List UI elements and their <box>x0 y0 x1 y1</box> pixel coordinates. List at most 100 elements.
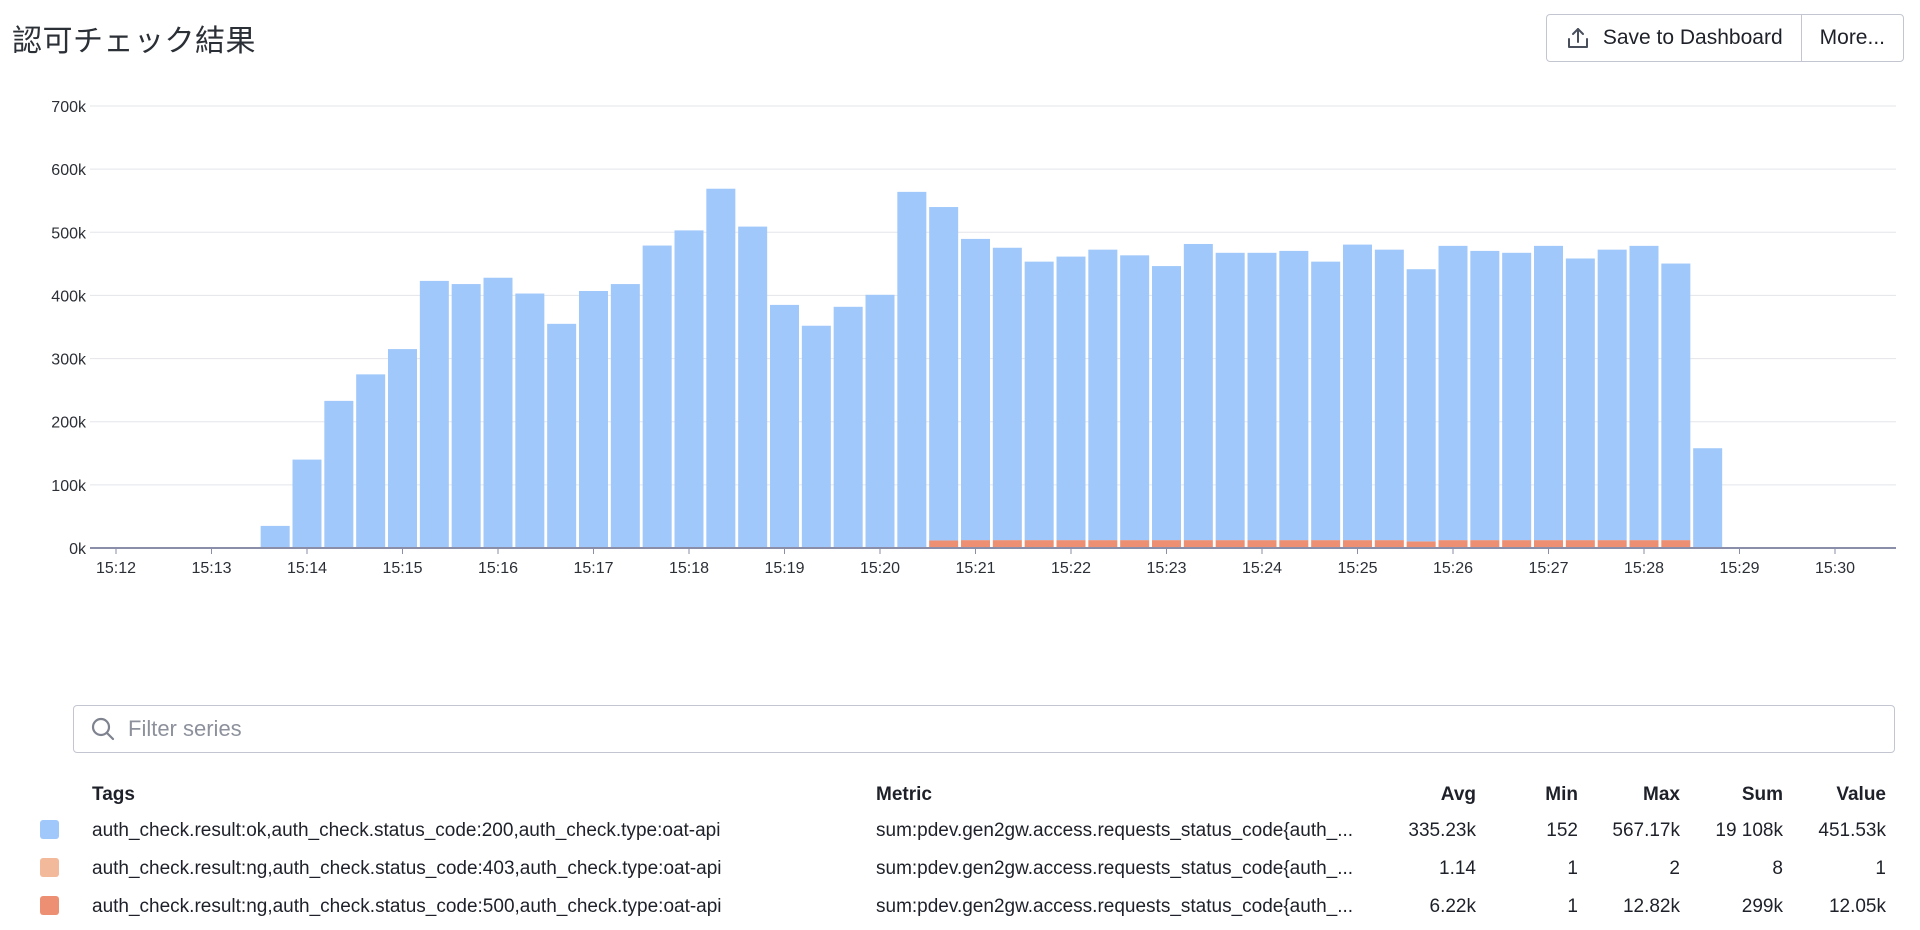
max-column-header[interactable]: Max <box>1643 784 1680 806</box>
bar-segment[interactable] <box>451 284 481 548</box>
save-to-dashboard-button[interactable]: Save to Dashboard <box>1547 15 1801 61</box>
bar-segment[interactable] <box>1693 448 1723 548</box>
bar-segment[interactable] <box>292 459 322 548</box>
series-sum: 19 108k <box>1715 820 1783 841</box>
legend-row[interactable]: auth_check.result:ng,auth_check.status_c… <box>0 890 1920 928</box>
bar-segment[interactable] <box>419 280 449 548</box>
filter-series-input[interactable] <box>128 716 1894 742</box>
bar-segment[interactable] <box>260 525 290 548</box>
bar-segment[interactable] <box>610 284 640 548</box>
bar-segment[interactable] <box>992 540 1022 548</box>
bar-segment[interactable] <box>1597 540 1627 548</box>
bar-segment[interactable] <box>1279 250 1309 541</box>
bar-segment[interactable] <box>674 230 704 549</box>
bar-segment[interactable] <box>706 188 736 548</box>
bar-segment[interactable] <box>1024 540 1054 548</box>
bar-segment[interactable] <box>1056 256 1086 541</box>
bar-segment[interactable] <box>324 400 354 548</box>
series-value: 451.53k <box>1818 820 1886 841</box>
x-tick-label: 15:23 <box>1146 560 1186 577</box>
bar-segment[interactable] <box>1343 244 1372 541</box>
y-tick-label: 500k <box>51 225 87 242</box>
bar-segment[interactable] <box>1374 540 1404 548</box>
bar-segment[interactable] <box>1534 540 1563 548</box>
bar-segment[interactable] <box>1311 540 1341 548</box>
tags-column-header[interactable]: Tags <box>92 784 135 806</box>
min-column-header[interactable]: Min <box>1545 784 1578 806</box>
legend-row[interactable]: auth_check.result:ng,auth_check.status_c… <box>0 852 1920 890</box>
bar-segment[interactable] <box>1629 540 1659 548</box>
bar-segment[interactable] <box>1565 258 1595 541</box>
bar-segment[interactable] <box>1183 540 1213 548</box>
bar-segment[interactable] <box>1183 243 1213 541</box>
bar-segment[interactable] <box>1088 540 1118 548</box>
bar-segment[interactable] <box>1088 249 1118 541</box>
bar-segment[interactable] <box>992 247 1022 541</box>
legend-row[interactable]: auth_check.result:ok,auth_check.status_c… <box>0 814 1920 852</box>
bar-segment[interactable] <box>1534 245 1563 541</box>
bar-segment[interactable] <box>1247 540 1277 548</box>
bar-segment[interactable] <box>356 374 386 548</box>
value-column-header[interactable]: Value <box>1836 784 1886 806</box>
bar-segment[interactable] <box>1343 540 1372 548</box>
bar-segment[interactable] <box>1056 540 1086 548</box>
bar-segment[interactable] <box>770 304 799 548</box>
bar-segment[interactable] <box>1120 540 1150 548</box>
bar-segment[interactable] <box>1247 252 1277 541</box>
bar-segment[interactable] <box>579 291 608 548</box>
bar-segment[interactable] <box>642 245 672 548</box>
bar-segment[interactable] <box>1661 540 1691 548</box>
bar-segment[interactable] <box>1629 245 1659 541</box>
more-label: More... <box>1819 26 1885 49</box>
bar-segment[interactable] <box>801 325 831 548</box>
bar-segment[interactable] <box>1502 540 1532 548</box>
bar-segment[interactable] <box>1470 250 1500 541</box>
bar-segment[interactable] <box>515 293 545 548</box>
series-avg: 6.22k <box>1429 896 1476 917</box>
y-tick-label: 300k <box>51 352 87 369</box>
bar-segment[interactable] <box>961 238 990 541</box>
bar-segment[interactable] <box>1024 261 1054 541</box>
filter-series-field[interactable] <box>73 705 1895 753</box>
bar-segment[interactable] <box>1406 269 1436 542</box>
bar-segment[interactable] <box>833 306 863 548</box>
bar-segment[interactable] <box>1374 249 1404 541</box>
bar-segment[interactable] <box>1215 540 1245 548</box>
bar-segment[interactable] <box>865 294 895 548</box>
timeseries-chart[interactable]: 700k600k500k400k300k200k100k0k 15:12 15:1… <box>0 80 1920 580</box>
bar-segment[interactable] <box>1215 252 1245 541</box>
chart-bars[interactable] <box>260 188 1723 549</box>
avg-column-header[interactable]: Avg <box>1441 784 1476 806</box>
bar-segment[interactable] <box>1502 252 1532 541</box>
bar-segment[interactable] <box>1438 245 1468 541</box>
bar-segment[interactable] <box>1565 540 1595 548</box>
bar-segment[interactable] <box>1661 263 1691 541</box>
bar-segment[interactable] <box>1120 255 1150 541</box>
bar-segment[interactable] <box>1152 266 1181 541</box>
y-tick-label: 600k <box>51 162 87 179</box>
bar-segment[interactable] <box>929 207 959 541</box>
bar-segment[interactable] <box>483 277 513 548</box>
series-min: 152 <box>1546 820 1578 841</box>
series-metric: sum:pdev.gen2gw.access.requests_status_c… <box>876 896 1354 917</box>
series-tags: auth_check.result:ok,auth_check.status_c… <box>92 820 721 841</box>
bar-segment[interactable] <box>1279 540 1309 548</box>
bar-segment[interactable] <box>897 191 927 549</box>
bar-segment[interactable] <box>1152 540 1181 548</box>
bar-segment[interactable] <box>1311 261 1341 541</box>
bar-segment[interactable] <box>388 349 417 548</box>
x-tick-label: 15:22 <box>1051 560 1091 577</box>
y-tick-label: 100k <box>51 478 87 495</box>
bar-segment[interactable] <box>1438 540 1468 548</box>
series-tags: auth_check.result:ng,auth_check.status_c… <box>92 896 722 917</box>
metric-column-header[interactable]: Metric <box>876 784 1376 806</box>
bar-segment[interactable] <box>961 540 990 548</box>
series-metric: sum:pdev.gen2gw.access.requests_status_c… <box>876 858 1354 879</box>
more-button[interactable]: More... <box>1800 15 1903 61</box>
sum-column-header[interactable]: Sum <box>1742 784 1783 806</box>
bar-segment[interactable] <box>738 226 768 549</box>
bar-segment[interactable] <box>929 540 959 548</box>
bar-segment[interactable] <box>1470 540 1500 548</box>
bar-segment[interactable] <box>547 323 577 548</box>
bar-segment[interactable] <box>1597 249 1627 541</box>
